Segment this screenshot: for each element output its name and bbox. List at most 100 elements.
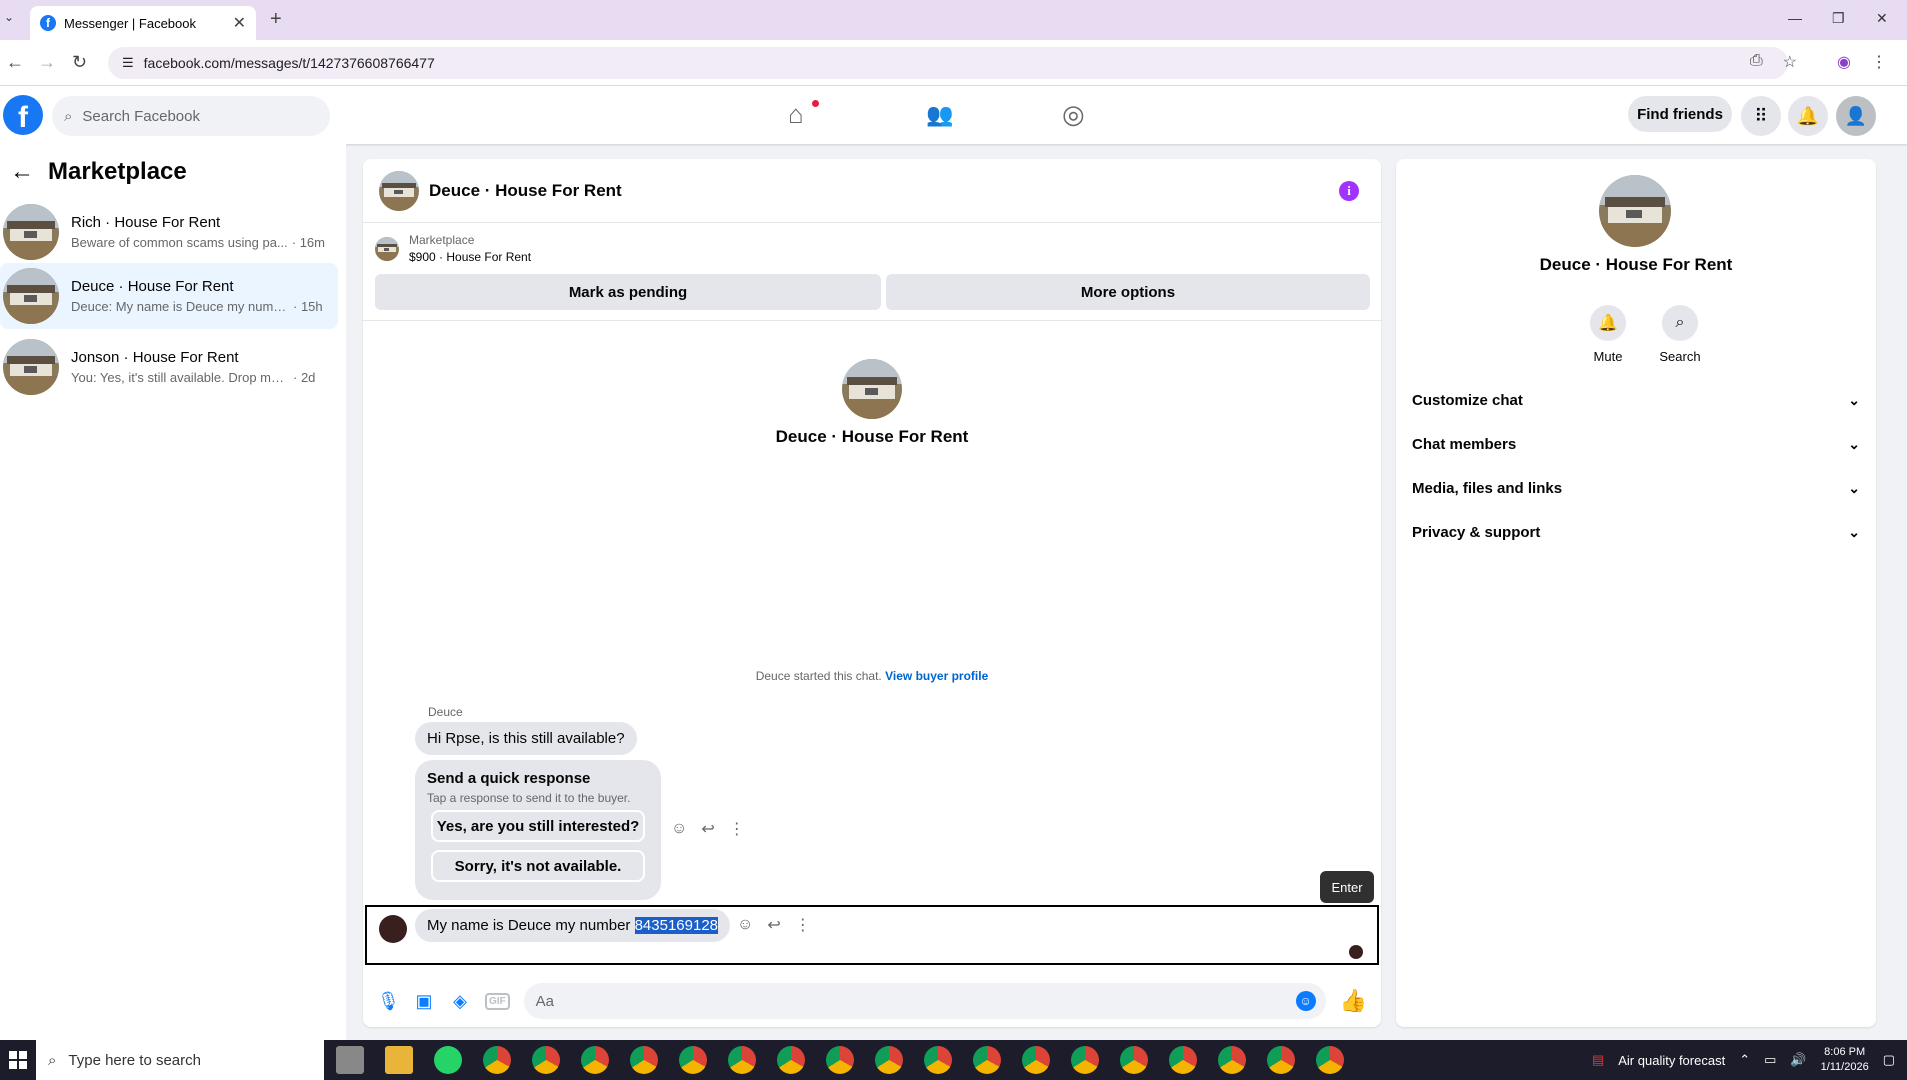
chat-started-notice: Deuce started this chat. View buyer prof…: [363, 669, 1381, 683]
back-arrow-icon[interactable]: ←: [10, 158, 34, 186]
info-icon[interactable]: i: [1339, 181, 1359, 201]
install-app-icon[interactable]: ⎙: [1750, 52, 1763, 72]
chrome-icon[interactable]: [728, 1046, 756, 1074]
details-avatar[interactable]: [1599, 175, 1671, 247]
thumbs-up-icon[interactable]: 👍: [1340, 988, 1367, 1014]
profile-icon[interactable]: ◉: [1837, 52, 1851, 72]
message-input[interactable]: Aa ☺: [523, 983, 1326, 1019]
chat-members-row[interactable]: Chat members ⌄: [1412, 426, 1860, 462]
mark-as-pending-button[interactable]: Mark as pending: [375, 274, 881, 310]
tray-chevron-icon[interactable]: ⌃: [1739, 1052, 1750, 1068]
new-tab-icon[interactable]: +: [270, 8, 282, 31]
more-options-button[interactable]: More options: [886, 274, 1370, 310]
facebook-logo-icon[interactable]: f: [3, 95, 43, 135]
home-notification-dot: [812, 100, 819, 107]
react-emoji-icon[interactable]: ☺: [671, 820, 687, 838]
site-info-icon[interactable]: ☰: [122, 55, 134, 71]
chrome-icon[interactable]: [1022, 1046, 1050, 1074]
chrome-icon[interactable]: [630, 1046, 658, 1074]
message-bubble[interactable]: My name is Deuce my number 8435169128: [415, 909, 731, 942]
chrome-icon[interactable]: [532, 1046, 560, 1074]
view-buyer-profile-link[interactable]: View buyer profile: [885, 669, 988, 683]
more-actions-icon[interactable]: ⋮: [795, 915, 811, 935]
close-tab-icon[interactable]: ✕: [233, 13, 246, 33]
menu-grid-icon[interactable]: ⠿: [1741, 96, 1781, 136]
chrome-icon[interactable]: [483, 1046, 511, 1074]
chrome-icon[interactable]: [581, 1046, 609, 1074]
gif-icon[interactable]: GIF: [485, 992, 510, 1010]
back-icon[interactable]: ←: [6, 52, 24, 73]
notification-center-icon[interactable]: ▢: [1883, 1052, 1895, 1068]
reload-icon[interactable]: ↻: [72, 52, 87, 73]
chrome-icon[interactable]: [1316, 1046, 1344, 1074]
highlighted-phone-number[interactable]: 8435169128: [634, 917, 719, 934]
chat-panel: Deuce · House For Rent i Marketplace $90…: [363, 159, 1381, 1027]
maximize-icon[interactable]: ❐: [1832, 10, 1845, 27]
tab-list-chevron-icon[interactable]: ⌄: [4, 10, 14, 24]
forward-icon[interactable]: →: [38, 52, 56, 73]
search-action[interactable]: ⌕ Search: [1650, 305, 1710, 364]
chrome-icon[interactable]: [1218, 1046, 1246, 1074]
listing-thumbnail[interactable]: [375, 236, 399, 261]
privacy-support-row[interactable]: Privacy & support ⌄: [1412, 514, 1860, 550]
chrome-icon[interactable]: [973, 1046, 1001, 1074]
chrome-icon[interactable]: [1120, 1046, 1148, 1074]
volume-icon[interactable]: 🔊: [1790, 1052, 1806, 1068]
chrome-icon[interactable]: [875, 1046, 903, 1074]
browser-tab-bar: ⌄ f Messenger | Facebook ✕ + — ❐ ✕: [0, 0, 1907, 40]
sticker-icon[interactable]: ◈: [449, 991, 471, 1012]
conversation-snippet: Beware of common scams using pa...: [71, 235, 288, 250]
more-actions-icon[interactable]: ⋮: [729, 819, 745, 839]
chrome-icon[interactable]: [679, 1046, 707, 1074]
weather-text[interactable]: Air quality forecast: [1618, 1053, 1725, 1068]
browser-tab[interactable]: f Messenger | Facebook ✕: [30, 6, 256, 40]
reply-icon[interactable]: ↩: [767, 915, 780, 935]
listing-title[interactable]: $900 · House For Rent: [409, 250, 531, 264]
network-icon[interactable]: ▭: [1764, 1052, 1776, 1068]
browser-menu-icon[interactable]: ⋮: [1871, 52, 1887, 72]
chat-avatar[interactable]: [379, 170, 419, 211]
find-friends-button[interactable]: Find friends: [1628, 96, 1732, 132]
bookmark-star-icon[interactable]: ☆: [1783, 52, 1797, 72]
house-avatar: [3, 268, 59, 324]
clock[interactable]: 8:06 PM 1/11/2026: [1821, 1045, 1869, 1075]
conversation-item-active[interactable]: Deuce · House For Rent Deuce: My name is…: [0, 263, 338, 329]
media-files-links-row[interactable]: Media, files and links ⌄: [1412, 470, 1860, 506]
chat-title[interactable]: Deuce · House For Rent: [429, 181, 622, 201]
conversation-item[interactable]: Jonson · House For Rent You: Yes, it's s…: [0, 334, 338, 400]
chrome-icon[interactable]: [1169, 1046, 1197, 1074]
mute-action[interactable]: 🔔 Mute: [1578, 305, 1638, 364]
react-emoji-icon[interactable]: ☺: [737, 916, 753, 934]
whatsapp-icon[interactable]: [434, 1046, 462, 1074]
friends-icon[interactable]: 👥: [926, 102, 953, 128]
chrome-icon[interactable]: [1267, 1046, 1295, 1074]
microphone-icon[interactable]: 🎙: [377, 991, 400, 1012]
file-explorer-icon[interactable]: [385, 1046, 413, 1074]
taskbar-search-input[interactable]: ⌕ Type here to search: [36, 1040, 324, 1080]
task-view-icon[interactable]: [336, 1046, 364, 1074]
chrome-icon[interactable]: [924, 1046, 952, 1074]
chrome-icon[interactable]: [777, 1046, 805, 1074]
windows-start-icon[interactable]: [0, 1040, 36, 1080]
photo-icon[interactable]: ▣: [413, 991, 435, 1012]
air-quality-icon[interactable]: ▤: [1592, 1052, 1604, 1068]
close-window-icon[interactable]: ✕: [1876, 10, 1888, 27]
message-bubble[interactable]: Hi Rpse, is this still available?: [415, 722, 637, 755]
account-avatar[interactable]: 👤: [1836, 96, 1876, 136]
bell-icon: 🔔: [1590, 305, 1626, 341]
groups-icon[interactable]: ◎: [1062, 99, 1085, 130]
home-icon[interactable]: ⌂: [788, 99, 804, 130]
conversation-item[interactable]: Rich · House For Rent Beware of common s…: [0, 199, 338, 265]
emoji-icon[interactable]: ☺: [1295, 991, 1316, 1011]
minimize-icon[interactable]: —: [1788, 10, 1802, 26]
chrome-icon[interactable]: [1071, 1046, 1099, 1074]
customize-chat-row[interactable]: Customize chat ⌄: [1412, 382, 1860, 418]
notifications-bell-icon[interactable]: 🔔: [1788, 96, 1828, 136]
url-field[interactable]: ☰ facebook.com/messages/t/14273766087664…: [108, 47, 1788, 79]
quick-reply-interested-button[interactable]: Yes, are you still interested?: [431, 810, 645, 842]
quick-reply-unavailable-button[interactable]: Sorry, it's not available.: [431, 850, 645, 882]
reply-icon[interactable]: ↩: [701, 819, 714, 839]
chrome-icon[interactable]: [826, 1046, 854, 1074]
message-text: My name is Deuce my number: [427, 917, 635, 934]
facebook-search-input[interactable]: ⌕ Search Facebook: [52, 96, 330, 136]
